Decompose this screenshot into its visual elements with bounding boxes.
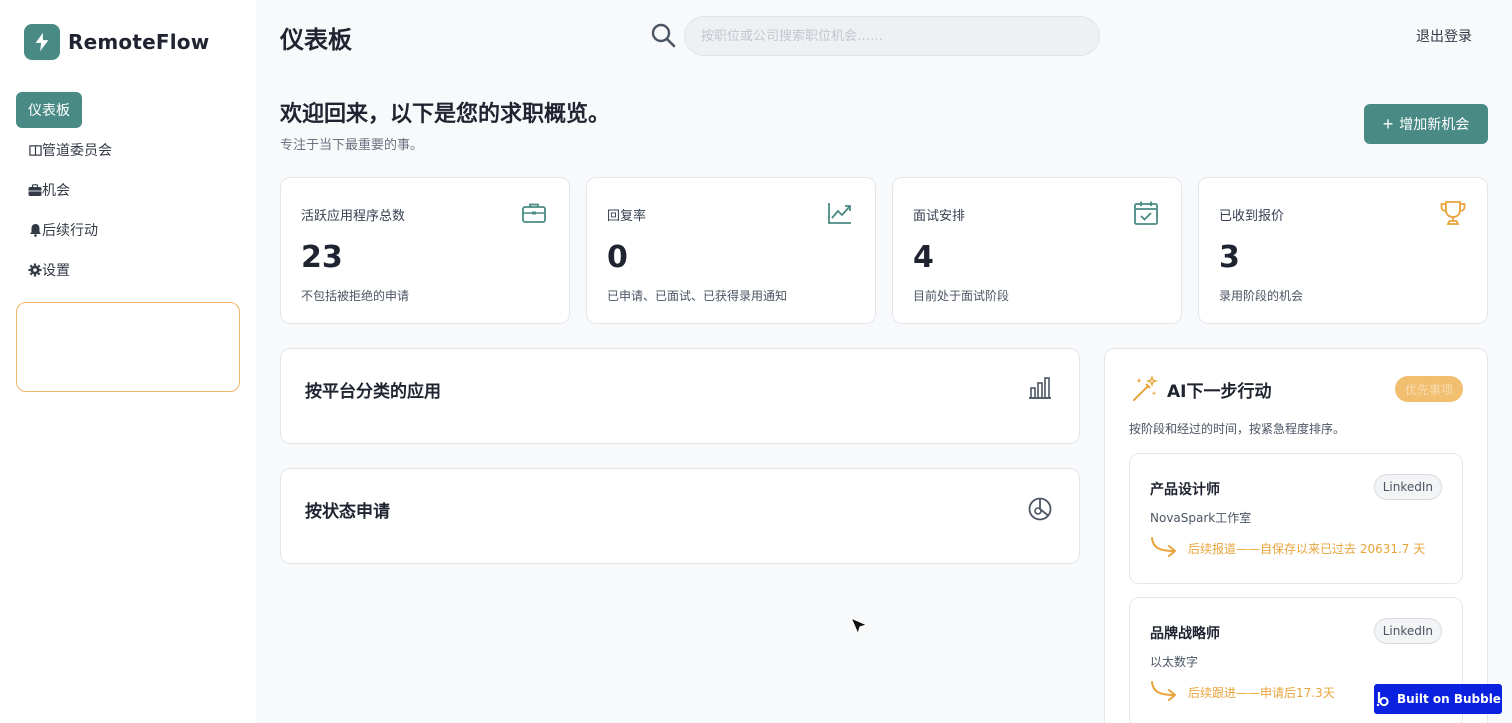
bell-icon bbox=[28, 223, 42, 237]
ai-next-actions-panel: AI下一步行动 优先事项 按阶段和经过的时间，按紧急程度排序。 产品设计师 Li… bbox=[1104, 348, 1488, 723]
stat-label: 活跃应用程序总数 bbox=[301, 209, 406, 224]
lightning-icon bbox=[24, 24, 60, 60]
add-opportunity-label: 增加新机会 bbox=[1399, 116, 1470, 132]
pie-chart-icon bbox=[1027, 495, 1053, 521]
stat-value: 0 bbox=[607, 240, 628, 275]
columns-icon bbox=[28, 143, 42, 157]
sidebar-item-followups[interactable]: 后续行动 bbox=[16, 212, 240, 248]
trophy-icon bbox=[1439, 200, 1466, 226]
stat-description: 录用阶段的机会 bbox=[1219, 289, 1304, 303]
sidebar-item-opportunities[interactable]: 机会 bbox=[16, 172, 240, 208]
panel-applications-by-status: 按状态申请 bbox=[280, 468, 1080, 564]
brand-logo[interactable]: RemoteFlow bbox=[24, 24, 209, 60]
stat-value: 23 bbox=[301, 240, 343, 275]
sidebar-item-settings[interactable]: 设置 bbox=[16, 252, 240, 288]
sidebar-item-dashboard[interactable]: 仪表板 bbox=[16, 92, 82, 128]
welcome-subtitle: 专注于当下最重要的事。 bbox=[280, 138, 424, 153]
suggested-action: 后续跟进——申请后17.3天 bbox=[1188, 686, 1335, 700]
platform-badge: LinkedIn bbox=[1373, 618, 1442, 644]
arrow-return-icon bbox=[1150, 536, 1180, 558]
stat-card-active-applications: 活跃应用程序总数 23 不包括被拒绝的申请 bbox=[280, 177, 570, 324]
trend-chart-icon bbox=[827, 200, 853, 226]
sidebar-nav: 仪表板 管道委员会 机会 后续行动 设置 bbox=[16, 92, 240, 292]
magic-wand-icon bbox=[1131, 374, 1159, 403]
company-name: NovaSpark工作室 bbox=[1150, 511, 1252, 525]
stat-card-offers: 已收到报价 3 录用阶段的机会 bbox=[1198, 177, 1488, 324]
built-on-bubble-badge[interactable]: Built on Bubble bbox=[1374, 684, 1502, 714]
bubble-logo-icon bbox=[1375, 691, 1391, 707]
stat-description: 已申请、已面试、已获得录用通知 bbox=[607, 289, 788, 303]
sidebar: RemoteFlow 仪表板 管道委员会 机会 后续行动 设置 bbox=[0, 0, 256, 723]
sidebar-item-pipeline[interactable]: 管道委员会 bbox=[16, 132, 240, 168]
bar-chart-icon bbox=[1027, 375, 1053, 401]
stat-label: 回复率 bbox=[607, 209, 647, 224]
brand-name: RemoteFlow bbox=[68, 30, 210, 54]
stat-label: 已收到报价 bbox=[1219, 209, 1285, 224]
add-opportunity-button[interactable]: + 增加新机会 bbox=[1364, 104, 1488, 144]
platform-badge: LinkedIn bbox=[1373, 474, 1442, 500]
job-title: 产品设计师 bbox=[1150, 482, 1220, 498]
briefcase-icon bbox=[521, 200, 547, 226]
briefcase-icon bbox=[28, 183, 42, 197]
page-title: 仪表板 bbox=[280, 26, 352, 54]
panel-applications-by-platform: 按平台分类的应用 bbox=[280, 348, 1080, 444]
sidebar-item-label: 管道委员会 bbox=[42, 143, 112, 159]
panel-title: 按平台分类的应用 bbox=[305, 382, 441, 402]
calendar-check-icon bbox=[1133, 200, 1159, 226]
stat-description: 不包括被拒绝的申请 bbox=[301, 289, 410, 303]
welcome-title: 欢迎回来，以下是您的求职概览。 bbox=[280, 102, 611, 127]
gear-icon bbox=[28, 263, 42, 277]
sidebar-item-label: 机会 bbox=[42, 183, 70, 199]
built-on-bubble-label: Built on Bubble bbox=[1397, 692, 1501, 706]
sidebar-item-label: 设置 bbox=[42, 263, 70, 279]
arrow-return-icon bbox=[1150, 680, 1180, 702]
panel-title: 按状态申请 bbox=[305, 502, 390, 522]
priority-badge: 优先事项 bbox=[1394, 376, 1463, 402]
plus-icon: + bbox=[1382, 114, 1394, 134]
stat-card-interviews: 面试安排 4 目前处于面试阶段 bbox=[892, 177, 1182, 324]
stat-card-response-rate: 回复率 0 已申请、已面试、已获得录用通知 bbox=[586, 177, 876, 324]
stat-label: 面试安排 bbox=[913, 209, 966, 224]
search-icon[interactable] bbox=[650, 22, 676, 48]
mouse-cursor-icon bbox=[848, 616, 870, 638]
company-name: 以太数字 bbox=[1150, 655, 1199, 669]
sidebar-item-label: 仪表板 bbox=[28, 103, 70, 119]
ai-panel-subtitle: 按阶段和经过的时间，按紧急程度排序。 bbox=[1129, 422, 1346, 436]
ai-action-item[interactable]: 产品设计师 LinkedIn NovaSpark工作室 后续报道——自保存以来已… bbox=[1129, 453, 1463, 584]
search-input[interactable] bbox=[684, 16, 1100, 56]
stat-value: 4 bbox=[913, 240, 934, 275]
ai-panel-title: AI下一步行动 bbox=[1167, 382, 1272, 402]
stat-description: 目前处于面试阶段 bbox=[913, 289, 1010, 303]
suggested-action: 后续报道——自保存以来已过去 20631.7 天 bbox=[1188, 542, 1426, 556]
job-title: 品牌战略师 bbox=[1150, 626, 1220, 642]
logout-link[interactable]: 退出登录 bbox=[1416, 26, 1472, 46]
sidebar-promo-box bbox=[16, 302, 240, 392]
sidebar-item-label: 后续行动 bbox=[42, 223, 98, 239]
stat-value: 3 bbox=[1219, 240, 1240, 275]
